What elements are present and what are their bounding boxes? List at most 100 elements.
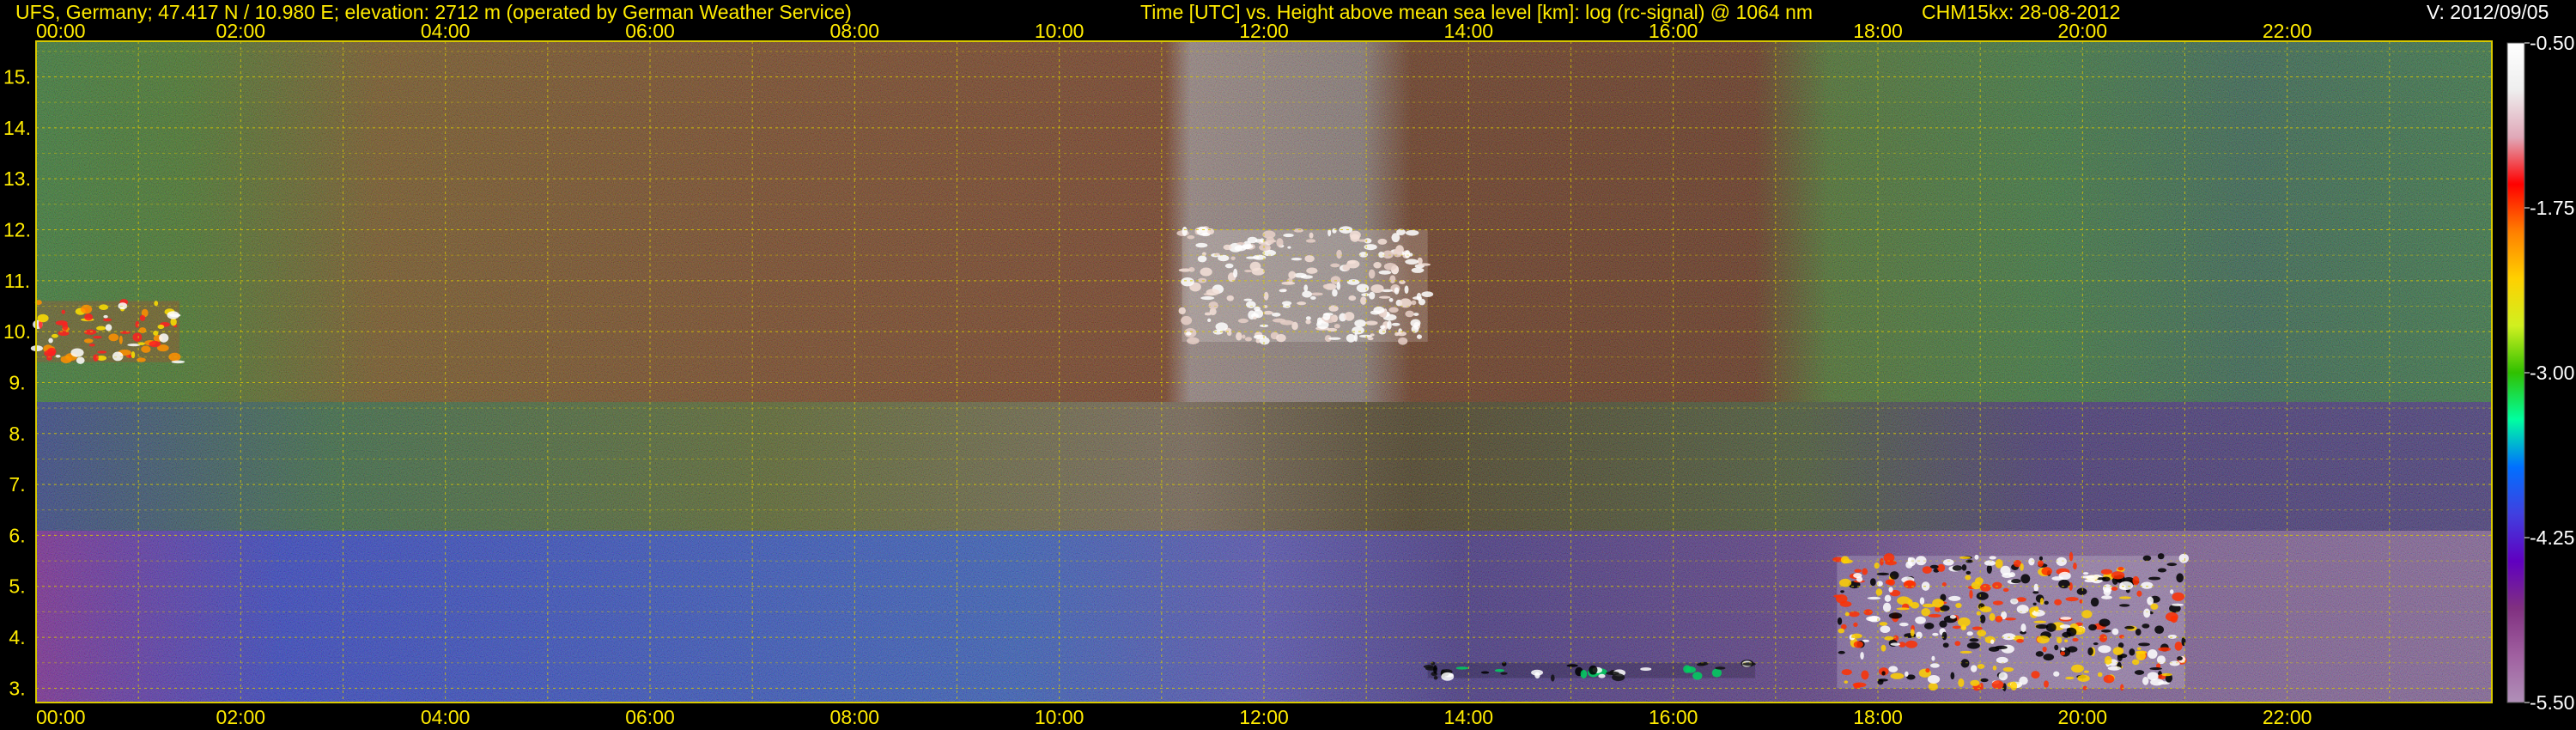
x-tick-label-bottom: 22:00 [2263,706,2312,728]
y-tick-label: 8. [9,423,25,445]
y-axis: 3. 4. 5. 6. 7. 8. 9. 10. 11. 12. 13. 14. 15. [3,66,31,700]
cloud-blob [1580,669,1588,678]
cloud-blob [105,324,112,332]
x-tick-label-top: 08:00 [830,20,880,42]
cloud-blob [1907,557,1917,567]
cloud-blob [1411,267,1425,273]
cloud-blob [1223,244,1232,251]
cloud-blob [112,351,124,362]
cloud-blob [1877,678,1888,682]
x-tick-label-bottom: 10:00 [1035,706,1084,728]
cloud-blob [1839,601,1852,607]
cloud-blob [1259,244,1271,252]
x-tick-label-top: 04:00 [421,20,471,42]
cloud-blob [2067,646,2078,653]
y-tick-label: 9. [9,371,25,393]
cloud-blob [1959,556,1971,559]
cloud-blob [1979,614,1986,624]
cloud-blob [93,354,99,362]
cloud-blob [2077,674,2090,682]
cloud-blob [1980,678,1989,683]
cloud-blob [1411,300,1417,306]
x-tick-label-bottom: 06:00 [625,706,675,728]
cloud-blob [1949,615,1957,619]
cloud-blob [2142,624,2150,629]
cloud-blob [1378,270,1392,275]
cloud-blob [1383,262,1397,271]
cloud-blob [2065,597,2079,602]
cloud-blob [1640,667,1652,672]
cloud-blob [1393,248,1403,258]
x-tick-label-bottom: 00:00 [36,706,86,728]
cloud-blob [1927,674,1941,684]
cloud-blob [2002,666,2014,672]
cloud-blob [2032,602,2037,606]
cloud-blob [1876,572,1890,576]
cloud-blob [2111,571,2125,580]
colorbar-tick-label: -3.00 [2530,362,2574,384]
cloud-blob [2004,617,2017,621]
y-tick-label: 6. [9,524,25,546]
cloud-blob [1263,291,1269,301]
cloud-blob [1948,595,1961,601]
cloud-blob [1908,599,1913,606]
cloud-blob [2044,680,2049,688]
y-tick-label: 14. [3,117,31,139]
cloud-blob [1992,665,1997,671]
cloud-blob [1330,263,1340,268]
cloud-blob [1888,666,1899,672]
cloud-blob [1302,290,1312,298]
cloud-blob [2149,667,2162,671]
cloud-blob [2053,671,2060,677]
cloud-blob [1322,313,1331,320]
cloud-blob [167,311,179,319]
cloud-blob [1412,296,1423,300]
cloud-blob [1480,671,1490,674]
cloud-blob [1356,283,1370,293]
cloud-blob [47,347,57,356]
cloud-blob [138,327,147,333]
y-tick-label: 7. [9,473,25,496]
cloud-blob [2097,672,2103,678]
cloud-blob [48,338,53,344]
cloud-blob [84,313,94,321]
y-tick-label: 4. [9,626,25,648]
cloud-blob [1840,590,1844,593]
cloud-blob [2111,628,2119,636]
cloud-blob [2124,625,2135,630]
cloud-blob [1861,670,1869,680]
cloud-blob [1989,612,1996,621]
cloud-blob [2028,557,2035,566]
cloud-blob [2057,636,2063,644]
cloud-blob [1226,295,1234,301]
cloud-blob [1328,337,1341,340]
cloud-blob [1279,289,1287,293]
cloud-blob [1969,638,1979,642]
cloud-blob [2143,608,2151,618]
cloud-blob [2148,649,2158,660]
cloud-blob [1942,642,1949,648]
cloud-blob [1889,571,1899,580]
cloud-blob [1970,679,1980,686]
cloud-blob [1305,319,1311,325]
cloud-blob [1915,616,1926,624]
cloud-blob [1276,333,1286,343]
cloud-blob [1281,281,1296,285]
cloud-blob [1336,249,1342,259]
cloud-blob [1966,631,1973,636]
cloud-blob [1344,312,1355,321]
cloud-blob [2065,676,2075,680]
cloud-blob [1966,642,1980,649]
cloud-blob [2002,587,2009,593]
cloud-blob [2150,678,2164,686]
cloud-blob [1928,613,1941,617]
cloud-blob [1388,307,1399,313]
cloud-blob [2118,596,2132,599]
cloud-blob [1236,242,1245,246]
cloud-blob [99,304,109,311]
cloud-blob [1929,663,1940,668]
cloud-blob [102,318,112,322]
cloud-blob [1880,557,1884,566]
cloud-blob [2037,636,2050,644]
cloud-blob [1218,254,1230,262]
